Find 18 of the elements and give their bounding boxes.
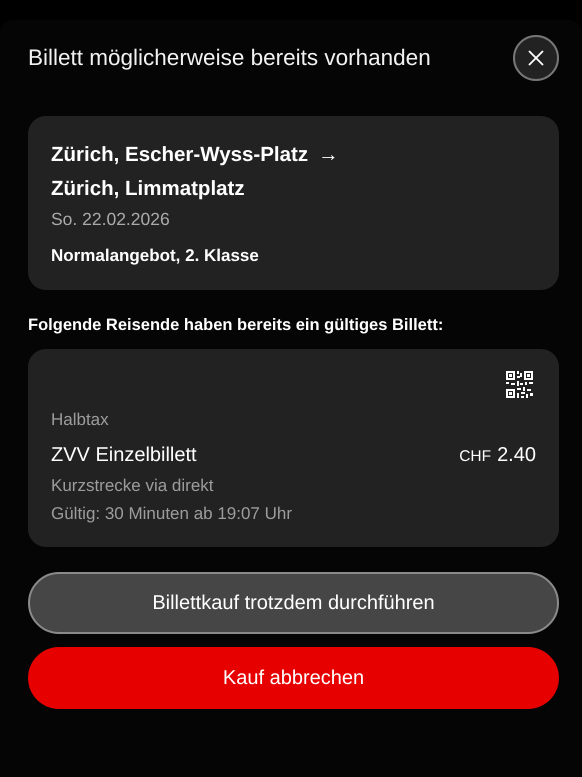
route-label: Kurzstrecke via direkt <box>51 475 214 497</box>
section-heading: Folgende Reisende haben bereits ein gültiges Billett: <box>28 315 444 335</box>
arrow-glyph: → <box>318 143 339 166</box>
cancel-button[interactable]: Kauf abbrechen <box>28 647 559 709</box>
close-icon <box>526 48 546 68</box>
price-amount: 2.40 <box>497 444 536 466</box>
close-button[interactable] <box>513 35 559 81</box>
confirm-button[interactable]: Billettkauf trotzdem durchführen <box>28 572 559 634</box>
travel-date: So. 22.02.2026 <box>51 208 171 231</box>
qr-code-icon[interactable] <box>506 371 533 398</box>
currency-label: CHF <box>459 448 492 465</box>
offer-class: Normalangebot, 2. Klasse <box>51 246 260 266</box>
station-name: Zürich, Escher-Wyss-Platz <box>51 143 308 166</box>
dialog-title: Billett möglicherweise bereits vorhanden <box>28 45 431 71</box>
validity-label: Gültig: 30 Minuten ab 19:07 Uhr <box>51 503 293 525</box>
reduction-label: Halbtax <box>51 409 110 431</box>
ticket-name: ZVV Einzelbillett <box>51 444 197 467</box>
station-name: Zürich, Limmatplatz <box>51 176 246 202</box>
